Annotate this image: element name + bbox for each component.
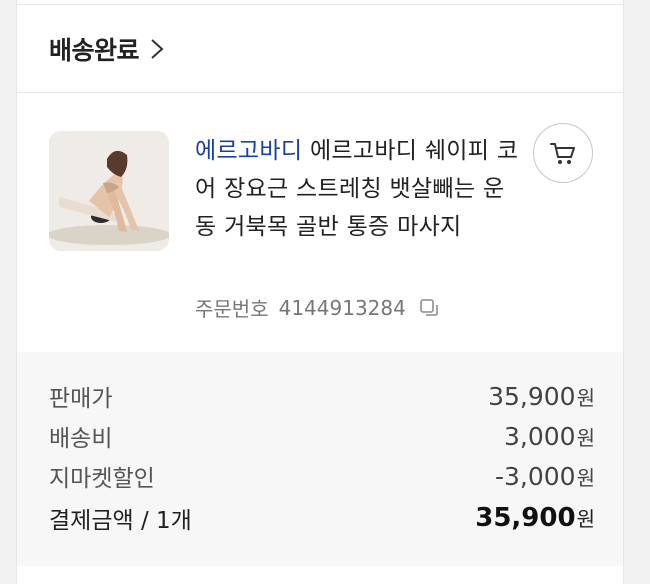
summary-row-shipping: 배송비 3,000원 bbox=[49, 416, 595, 456]
chevron-right-icon bbox=[151, 38, 164, 59]
summary-value: 35,900원 bbox=[475, 503, 595, 533]
delivery-status-link[interactable]: 배송완료 bbox=[17, 5, 623, 93]
order-number-label: 주문번호 bbox=[195, 297, 269, 321]
product-title[interactable]: 에르고바디 에르고바디 쉐이피 코어 장요근 스트레칭 뱃살빼는 운동 거북목 … bbox=[195, 132, 525, 246]
add-to-cart-button[interactable] bbox=[533, 123, 593, 183]
product-thumbnail[interactable] bbox=[49, 131, 169, 251]
summary-value: -3,000원 bbox=[495, 461, 595, 491]
summary-value: 35,900원 bbox=[488, 381, 595, 411]
payment-summary: 판매가 35,900원 배송비 3,000원 지마켓할인 -3,000원 결제금… bbox=[17, 352, 623, 566]
order-card: 배송완료 에르고바디 에르고바디 쉐이피 코어 장요근 스트레칭 뱃살빼는 운동… bbox=[16, 0, 624, 584]
summary-label: 결제금액 / 1개 bbox=[49, 508, 192, 534]
copy-icon[interactable] bbox=[418, 297, 440, 319]
order-number: 4144913284 bbox=[278, 295, 406, 320]
summary-value: 3,000원 bbox=[504, 421, 595, 451]
summary-label: 지마켓할인 bbox=[49, 466, 155, 492]
product-item: 에르고바디 에르고바디 쉐이피 코어 장요근 스트레칭 뱃살빼는 운동 거북목 … bbox=[17, 94, 623, 352]
summary-label: 배송비 bbox=[49, 426, 113, 452]
delivery-status-label: 배송완료 bbox=[49, 35, 140, 65]
order-number-row: 주문번호 4144913284 bbox=[195, 293, 440, 322]
summary-row-price: 판매가 35,900원 bbox=[49, 376, 595, 416]
summary-row-discount: 지마켓할인 -3,000원 bbox=[49, 456, 595, 496]
product-image bbox=[49, 131, 169, 251]
cart-icon bbox=[550, 143, 575, 164]
product-brand: 에르고바디 bbox=[195, 138, 303, 164]
summary-label: 판매가 bbox=[49, 386, 113, 412]
summary-row-total: 결제금액 / 1개 35,900원 bbox=[49, 498, 595, 538]
